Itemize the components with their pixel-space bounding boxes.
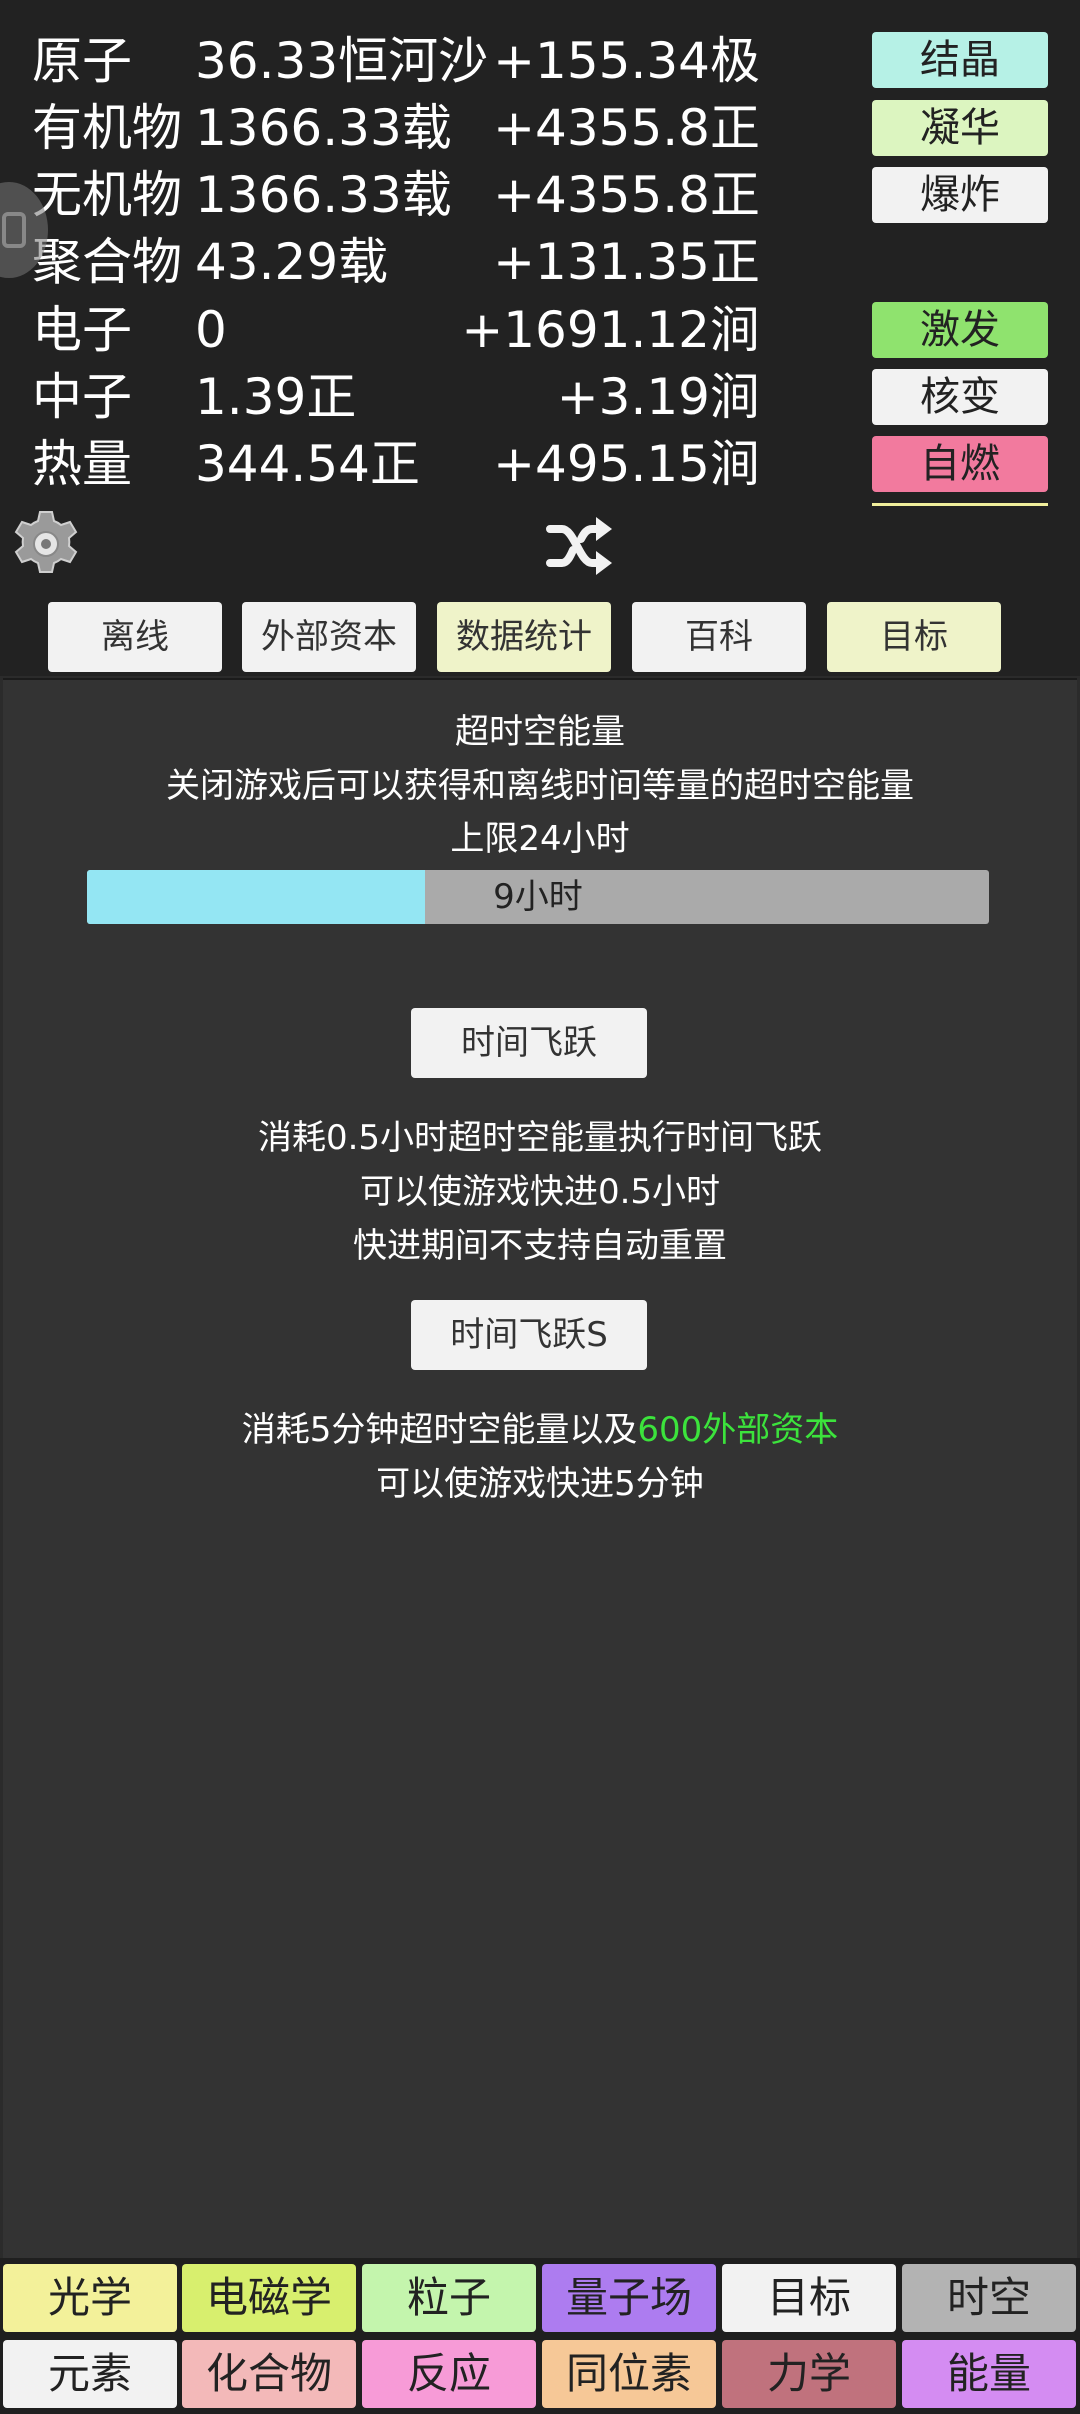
- resource-rate: +1691.12涧: [461, 301, 760, 359]
- selection-underline: [872, 503, 1048, 506]
- tab-encyclopedia[interactable]: 百科: [632, 602, 806, 672]
- nav-energy[interactable]: 能量: [902, 2340, 1076, 2408]
- resource-panel: 原子 36.33恒河沙 +155.34极 有机物 1366.33载 +4355.…: [0, 0, 1080, 596]
- external-capital-cost: 600外部资本: [637, 1410, 839, 1450]
- nuclear-change-button[interactable]: 核变: [872, 369, 1048, 425]
- bottom-nav: 光学 电磁学 粒子 量子场 目标 时空 元素 化合物 反应 同位素 力学 能量: [0, 2258, 1080, 2414]
- resource-rate: +495.15涧: [493, 435, 760, 493]
- resource-row-polymer: 聚合物 43.29载 +131.35正: [0, 229, 1080, 295]
- leap-s-desc-prefix: 消耗5分钟超时空能量以及: [241, 1410, 638, 1450]
- energy-description: 关闭游戏后可以获得和离线时间等量的超时空能量: [166, 766, 914, 806]
- resource-rate: +4355.8正: [493, 166, 760, 224]
- resource-rate: +3.19涧: [556, 368, 760, 426]
- resource-rate: +155.34极: [493, 32, 760, 90]
- tab-bar: 离线 外部资本 数据统计 百科 目标: [0, 594, 1080, 676]
- leap-desc-line: 消耗0.5小时超时空能量执行时间飞跃: [257, 1118, 823, 1158]
- nav-particles[interactable]: 粒子: [362, 2264, 536, 2332]
- resource-rate: +131.35正: [493, 233, 760, 291]
- tab-statistics[interactable]: 数据统计: [437, 602, 611, 672]
- sublimate-button[interactable]: 凝华: [872, 100, 1048, 156]
- nav-compounds[interactable]: 化合物: [182, 2340, 356, 2408]
- nav-isotopes[interactable]: 同位素: [542, 2340, 716, 2408]
- time-leap-button[interactable]: 时间飞跃: [411, 1008, 647, 1078]
- offline-panel: 超时空能量 关闭游戏后可以获得和离线时间等量的超时空能量 上限24小时 9小时 …: [3, 678, 1077, 2260]
- shuffle-icon[interactable]: [544, 515, 614, 577]
- time-leap-s-button[interactable]: 时间飞跃S: [411, 1300, 647, 1370]
- nav-electromagnetism[interactable]: 电磁学: [182, 2264, 356, 2332]
- nav-optics[interactable]: 光学: [3, 2264, 177, 2332]
- explode-button[interactable]: 爆炸: [872, 167, 1048, 223]
- nav-quantum-field[interactable]: 量子场: [542, 2264, 716, 2332]
- resource-rate: +4355.8正: [493, 99, 760, 157]
- nav-mechanics[interactable]: 力学: [722, 2340, 896, 2408]
- tab-goals[interactable]: 目标: [827, 602, 1001, 672]
- excite-button[interactable]: 激发: [872, 302, 1048, 358]
- gear-icon[interactable]: [10, 508, 82, 580]
- nav-reactions[interactable]: 反应: [362, 2340, 536, 2408]
- leap-desc-line: 快进期间不支持自动重置: [353, 1226, 727, 1266]
- tab-offline[interactable]: 离线: [48, 602, 222, 672]
- nav-spacetime[interactable]: 时空: [902, 2264, 1076, 2332]
- leap-s-desc-line: 可以使游戏快进5分钟: [376, 1464, 704, 1504]
- crystallize-button[interactable]: 结晶: [872, 32, 1048, 88]
- leap-desc-line: 可以使游戏快进0.5小时: [359, 1172, 721, 1212]
- energy-limit: 上限24小时: [450, 819, 630, 859]
- energy-progress-bar: 9小时: [87, 870, 989, 924]
- leap-s-desc-line: 消耗5分钟超时空能量以及600外部资本: [3, 1402, 1077, 1451]
- energy-progress-text: 9小时: [493, 877, 583, 917]
- nav-elements[interactable]: 元素: [3, 2340, 177, 2408]
- self-ignite-button[interactable]: 自燃: [872, 436, 1048, 492]
- energy-title: 超时空能量: [455, 712, 625, 752]
- tab-external-capital[interactable]: 外部资本: [242, 602, 416, 672]
- nav-goals[interactable]: 目标: [722, 2264, 896, 2332]
